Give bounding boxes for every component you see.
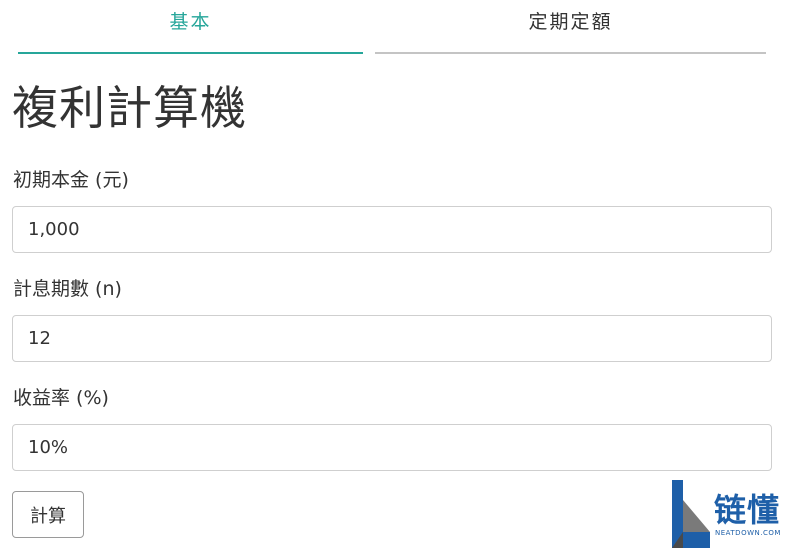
watermark-subtext: NEATDOWN.COM <box>715 529 781 537</box>
page-title: 複利計算機 <box>12 81 247 135</box>
tab-bar: 基本 定期定額 <box>18 0 766 54</box>
calculate-button[interactable]: 計算 <box>12 491 84 538</box>
tab-fixed-amount[interactable]: 定期定額 <box>375 0 766 54</box>
compound-interest-page: 基本 定期定額 複利計算機 初期本金 (元) 計息期數 (n) 收益率 (%) … <box>0 0 786 549</box>
periods-label: 計息期數 (n) <box>13 278 122 300</box>
periods-input[interactable] <box>12 315 772 362</box>
watermark-text: 链懂 <box>714 491 781 529</box>
watermark-logo: 链懂 NEATDOWN.COM <box>672 478 786 549</box>
principal-input[interactable] <box>12 206 772 253</box>
principal-label: 初期本金 (元) <box>13 169 129 191</box>
tab-basic[interactable]: 基本 <box>18 0 363 54</box>
rate-input[interactable] <box>12 424 772 471</box>
rate-label: 收益率 (%) <box>13 387 109 409</box>
logo-l-icon <box>672 480 710 548</box>
